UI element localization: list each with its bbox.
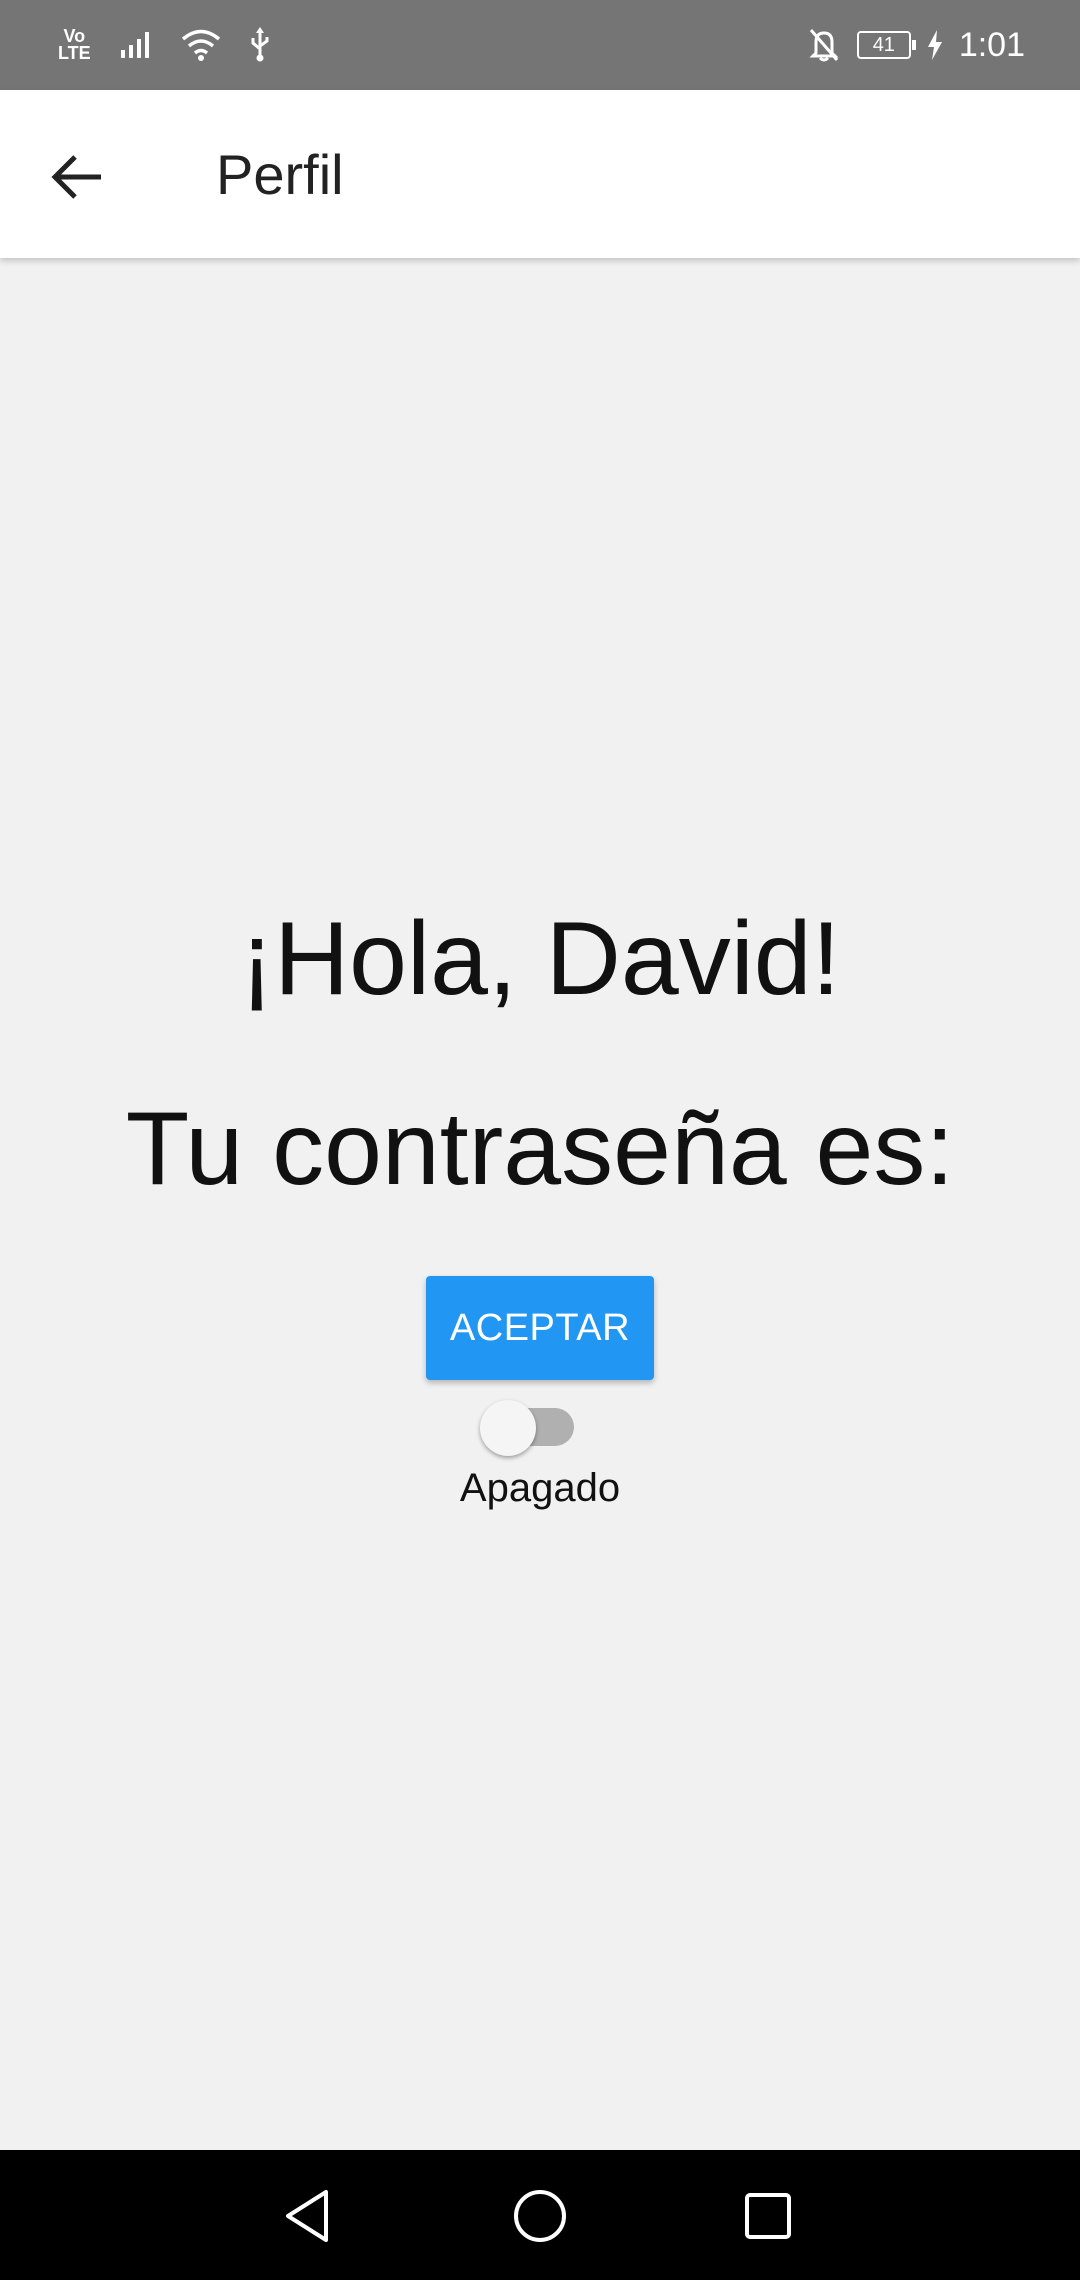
nav-home-button[interactable] [504, 2180, 576, 2252]
usb-icon [251, 27, 269, 62]
signal-icon [120, 32, 149, 58]
app-bar: Perfil [0, 90, 1080, 258]
nav-recents-button[interactable] [732, 2180, 804, 2252]
back-button[interactable] [34, 134, 120, 220]
recents-square-icon [745, 2193, 791, 2239]
wifi-icon [181, 29, 220, 61]
password-text: Tu contraseña es: [125, 1091, 955, 1207]
toggle-switch[interactable] [476, 1394, 580, 1456]
arrow-back-icon [51, 155, 101, 199]
greeting-text: ¡Hola, David! [239, 901, 841, 1017]
volte-icon: Vo LTE [58, 27, 91, 63]
switch-thumb [480, 1400, 536, 1456]
home-circle-icon [514, 2190, 566, 2242]
nav-back-button[interactable] [272, 2180, 344, 2252]
status-bar-right: 41 1:01 [807, 22, 1025, 68]
navigation-bar [0, 2150, 1080, 2280]
charging-icon [927, 30, 942, 60]
bell-off-icon [809, 29, 839, 62]
status-time: 1:01 [958, 25, 1025, 64]
status-bar: Vo LTE 41 1:01 [0, 0, 1080, 90]
switch-state-label: Apagado [459, 1466, 621, 1510]
page-title: Perfil [216, 143, 344, 206]
battery-icon: 41 [856, 31, 916, 59]
volte-bottom-label: LTE [58, 43, 91, 63]
status-bar-left: Vo LTE [58, 22, 271, 68]
back-triangle-icon [286, 2190, 328, 2242]
accept-button[interactable]: ACEPTAR [426, 1276, 654, 1380]
